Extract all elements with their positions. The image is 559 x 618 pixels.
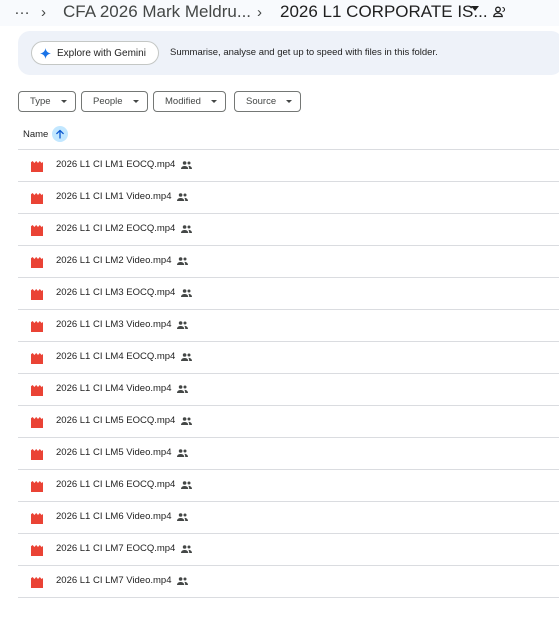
file-name: 2026 L1 CI LM2 Video.mp4 [56, 255, 172, 266]
breadcrumb-current-folder[interactable]: 2026 L1 CORPORATE IS... [280, 2, 488, 22]
video-file-icon [31, 193, 43, 204]
arrow-up-icon [56, 129, 65, 139]
file-row[interactable]: 2026 L1 CI LM1 EOCQ.mp4 [18, 150, 559, 182]
chevron-right-icon: › [41, 4, 46, 21]
gemini-banner: Explore with Gemini Summarise, analyse a… [18, 31, 559, 75]
drive-folder-view: … › CFA 2026 Mark Meldru... › 2026 L1 CO… [0, 0, 559, 618]
video-file-icon [31, 289, 43, 300]
video-file-icon [31, 385, 43, 396]
file-row[interactable]: 2026 L1 CI LM3 Video.mp4 [18, 310, 559, 342]
file-name: 2026 L1 CI LM1 Video.mp4 [56, 191, 172, 202]
file-name: 2026 L1 CI LM6 Video.mp4 [56, 511, 172, 522]
video-file-icon [31, 577, 43, 588]
shared-people-icon [177, 257, 188, 265]
video-file-icon [31, 545, 43, 556]
shared-people-icon [177, 385, 188, 393]
shared-people-icon [177, 513, 188, 521]
breadcrumb-parent-folder[interactable]: CFA 2026 Mark Meldru... [63, 2, 251, 22]
shared-people-icon [181, 161, 192, 169]
file-row[interactable]: 2026 L1 CI LM5 EOCQ.mp4 [18, 406, 559, 438]
file-row[interactable]: 2026 L1 CI LM6 EOCQ.mp4 [18, 470, 559, 502]
file-name: 2026 L1 CI LM1 EOCQ.mp4 [56, 159, 176, 170]
video-file-icon [31, 353, 43, 364]
sort-direction-button[interactable] [52, 126, 69, 142]
video-file-icon [31, 417, 43, 428]
video-file-icon [31, 161, 43, 172]
shared-people-icon [181, 225, 192, 233]
file-name: 2026 L1 CI LM5 Video.mp4 [56, 447, 172, 458]
shared-people-icon [177, 449, 188, 457]
shared-people-icon [181, 353, 192, 361]
video-file-icon [31, 225, 43, 236]
file-name: 2026 L1 CI LM3 EOCQ.mp4 [56, 287, 176, 298]
filter-source-chip[interactable]: Source [234, 91, 302, 112]
filter-source-label: Source [246, 96, 277, 107]
file-row[interactable]: 2026 L1 CI LM5 Video.mp4 [18, 438, 559, 470]
file-row[interactable]: 2026 L1 CI LM6 Video.mp4 [18, 502, 559, 534]
shared-folder-icon [493, 6, 506, 18]
folder-menu-caret-icon[interactable] [471, 6, 479, 11]
file-name: 2026 L1 CI LM7 Video.mp4 [56, 575, 172, 586]
chevron-down-icon [210, 100, 217, 103]
chevron-down-icon [286, 100, 293, 103]
file-row[interactable]: 2026 L1 CI LM4 Video.mp4 [18, 374, 559, 406]
filter-modified-label: Modified [165, 96, 201, 107]
filter-type-label: Type [30, 96, 51, 107]
shared-people-icon [181, 481, 192, 489]
shared-people-icon [177, 321, 188, 329]
chevron-down-icon [132, 100, 139, 103]
chevron-down-icon [60, 100, 67, 103]
file-name: 2026 L1 CI LM5 EOCQ.mp4 [56, 415, 176, 426]
filter-type-chip[interactable]: Type [18, 91, 76, 112]
shared-people-icon [181, 545, 192, 553]
file-row[interactable]: 2026 L1 CI LM2 EOCQ.mp4 [18, 214, 559, 246]
gemini-button-label: Explore with Gemini [57, 47, 146, 59]
filter-people-chip[interactable]: People [81, 91, 148, 112]
shared-people-icon [181, 417, 192, 425]
shared-people-icon [177, 193, 188, 201]
video-file-icon [31, 481, 43, 492]
gemini-sparkle-icon [40, 47, 51, 59]
more-crumbs-button[interactable]: … [14, 1, 30, 19]
shared-people-icon [181, 289, 192, 297]
shared-people-icon [177, 577, 188, 585]
file-name: 2026 L1 CI LM7 EOCQ.mp4 [56, 543, 176, 554]
file-name: 2026 L1 CI LM6 EOCQ.mp4 [56, 479, 176, 490]
name-column-header[interactable]: Name [23, 125, 69, 143]
video-file-icon [31, 513, 43, 524]
file-name: 2026 L1 CI LM2 EOCQ.mp4 [56, 223, 176, 234]
file-name: 2026 L1 CI LM4 Video.mp4 [56, 383, 172, 394]
file-row[interactable]: 2026 L1 CI LM7 EOCQ.mp4 [18, 534, 559, 566]
video-file-icon [31, 321, 43, 332]
file-row[interactable]: 2026 L1 CI LM1 Video.mp4 [18, 182, 559, 214]
file-name: 2026 L1 CI LM3 Video.mp4 [56, 319, 172, 330]
name-column-label: Name [23, 128, 49, 140]
file-name: 2026 L1 CI LM4 EOCQ.mp4 [56, 351, 176, 362]
file-list: 2026 L1 CI LM1 EOCQ.mp4 2026 L1 CI LM1 Vi… [18, 150, 559, 598]
filter-people-label: People [93, 96, 123, 107]
chevron-right-icon: › [257, 4, 262, 21]
video-file-icon [31, 449, 43, 460]
breadcrumb: … › CFA 2026 Mark Meldru... › 2026 L1 CO… [0, 0, 559, 26]
filter-modified-chip[interactable]: Modified [153, 91, 226, 112]
gemini-description: Summarise, analyse and get up to speed w… [170, 47, 438, 58]
file-row[interactable]: 2026 L1 CI LM2 Video.mp4 [18, 246, 559, 278]
video-file-icon [31, 257, 43, 268]
file-row[interactable]: 2026 L1 CI LM3 EOCQ.mp4 [18, 278, 559, 310]
file-row[interactable]: 2026 L1 CI LM4 EOCQ.mp4 [18, 342, 559, 374]
file-row[interactable]: 2026 L1 CI LM7 Video.mp4 [18, 566, 559, 598]
explore-with-gemini-button[interactable]: Explore with Gemini [31, 41, 159, 65]
